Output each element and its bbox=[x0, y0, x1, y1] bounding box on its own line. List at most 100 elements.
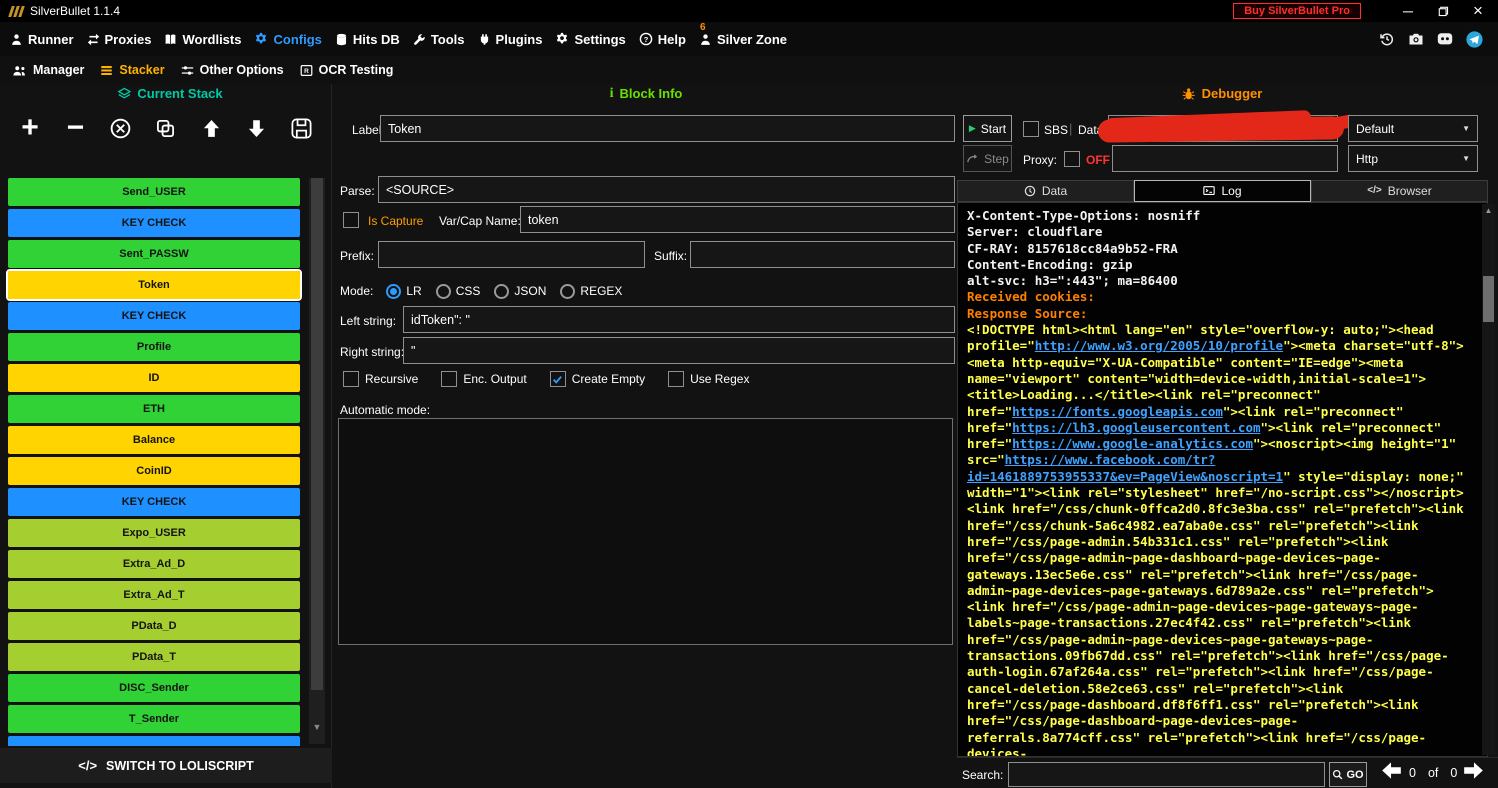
menu-item-proxies[interactable]: Proxies bbox=[87, 32, 152, 47]
search-input[interactable] bbox=[1008, 762, 1325, 787]
scrollbar-thumb[interactable] bbox=[311, 178, 323, 690]
option-use-regex[interactable]: Use Regex bbox=[668, 371, 749, 387]
next-match-button[interactable] bbox=[1463, 761, 1484, 780]
stack-block-eth[interactable]: ETH bbox=[8, 395, 300, 423]
menu-item-plugins[interactable]: Plugins bbox=[478, 32, 543, 47]
start-button[interactable]: ▶ Start bbox=[963, 115, 1012, 142]
remove-block-button[interactable]: − bbox=[59, 110, 91, 146]
buy-pro-button[interactable]: Buy SilverBullet Pro bbox=[1233, 3, 1361, 19]
suffix-input[interactable] bbox=[690, 241, 955, 268]
tab-browser[interactable]: </>Browser bbox=[1311, 180, 1488, 202]
stack-block-id[interactable]: ID bbox=[8, 364, 300, 392]
tab-log[interactable]: Log bbox=[1134, 180, 1311, 202]
stack-block-disc-sender[interactable]: DISC_Sender bbox=[8, 674, 300, 702]
stack-block-sent-passw[interactable]: Sent_PASSW bbox=[8, 240, 300, 268]
url-link[interactable]: https://www.facebook.com/tr?id=146188975… bbox=[967, 452, 1283, 483]
proxy-input[interactable] bbox=[1112, 145, 1338, 172]
clear-stack-button[interactable] bbox=[105, 110, 137, 146]
scrollbar-thumb[interactable] bbox=[1483, 276, 1494, 322]
log-scrollbar[interactable]: ▲ bbox=[1482, 204, 1495, 755]
submenu-item-manager[interactable]: Manager bbox=[12, 63, 84, 77]
menu-item-tools[interactable]: Tools bbox=[413, 32, 465, 47]
automatic-mode-textarea[interactable] bbox=[338, 418, 953, 645]
menu-item-configs[interactable]: Configs bbox=[254, 32, 321, 47]
step-button[interactable]: Step bbox=[963, 145, 1012, 172]
search-go-button[interactable]: GO bbox=[1329, 762, 1367, 787]
telegram-button[interactable] bbox=[1464, 29, 1484, 49]
sbs-checkbox[interactable] bbox=[1023, 121, 1039, 137]
proxy-type-dropdown[interactable]: Http ▼ bbox=[1348, 145, 1478, 172]
silverbullet-window: SilverBullet 1.1.4 Buy SilverBullet Pro … bbox=[0, 0, 1498, 788]
parse-source-input[interactable] bbox=[378, 176, 955, 203]
stack-block-key-check[interactable]: KEY CHECK bbox=[8, 209, 300, 237]
close-button[interactable]: × bbox=[1464, 1, 1492, 21]
menu-item-wordlists[interactable]: Wordlists bbox=[164, 32, 241, 47]
duplicate-block-button[interactable] bbox=[150, 110, 182, 146]
stack-block-pdata-d[interactable]: PData_D bbox=[8, 612, 300, 640]
switch-to-loliscript-button[interactable]: </> SWITCH TO LOLISCRIPT bbox=[0, 748, 332, 783]
add-block-button[interactable]: + bbox=[14, 110, 46, 146]
scroll-up-button[interactable]: ▲ bbox=[1482, 206, 1495, 215]
submenu-item-ocr-testing[interactable]: ROCR Testing bbox=[300, 63, 394, 77]
submenu-item-stacker[interactable]: Stacker bbox=[100, 63, 164, 77]
menu-item-help[interactable]: ?Help bbox=[639, 32, 686, 47]
stack-block-empty[interactable] bbox=[8, 736, 300, 746]
discord-button[interactable] bbox=[1435, 29, 1455, 49]
prefix-input[interactable] bbox=[378, 241, 645, 268]
save-icon bbox=[291, 118, 312, 139]
right-string-input[interactable] bbox=[403, 337, 955, 364]
option-create-empty[interactable]: Create Empty bbox=[550, 371, 645, 387]
option-enc-output[interactable]: Enc. Output bbox=[441, 371, 526, 387]
menu-item-runner[interactable]: Runner bbox=[10, 32, 74, 47]
varcap-name-input[interactable] bbox=[520, 206, 955, 233]
menu-item-hits-db[interactable]: Hits DB bbox=[335, 32, 400, 47]
is-capture-checkbox[interactable] bbox=[343, 212, 359, 228]
debugger-log[interactable]: X-Content-Type-Options: nosniffServer: c… bbox=[957, 202, 1488, 757]
url-link[interactable]: https://www.google-analytics.com bbox=[1012, 436, 1253, 451]
wordlist-type-dropdown[interactable]: Default ▼ bbox=[1348, 115, 1478, 142]
tab-data[interactable]: Data bbox=[957, 180, 1134, 202]
label-input[interactable] bbox=[380, 115, 955, 142]
proxy-status: OFF bbox=[1086, 153, 1110, 167]
stack-block-extra-ad-d[interactable]: Extra_Ad_D bbox=[8, 550, 300, 578]
proxy-label: Proxy: bbox=[1023, 153, 1057, 167]
left-string-input[interactable] bbox=[403, 306, 955, 333]
save-config-button[interactable] bbox=[286, 110, 318, 146]
stack-block-extra-ad-t[interactable]: Extra_Ad_T bbox=[8, 581, 300, 609]
stack-block-profile[interactable]: Profile bbox=[8, 333, 300, 361]
maximize-button[interactable] bbox=[1429, 1, 1457, 21]
move-up-button[interactable] bbox=[195, 110, 227, 146]
url-link[interactable]: https://lh3.googleusercontent.com bbox=[1012, 420, 1260, 435]
menu-item-silver-zone[interactable]: 6Silver Zone bbox=[699, 32, 787, 47]
stack-block-coinid[interactable]: CoinID bbox=[8, 457, 300, 485]
proxy-checkbox[interactable] bbox=[1064, 151, 1080, 167]
url-link[interactable]: http://www.w3.org/2005/10/profile bbox=[1035, 338, 1283, 353]
stack-block-send-user[interactable]: Send_USER bbox=[8, 178, 300, 206]
stack-block-expo-user[interactable]: Expo_USER bbox=[8, 519, 300, 547]
mode-radio-lr[interactable]: LR bbox=[386, 284, 421, 299]
stack-block-t-sender[interactable]: T_Sender bbox=[8, 705, 300, 733]
previous-match-button[interactable] bbox=[1381, 761, 1402, 780]
mode-radio-json[interactable]: JSON bbox=[494, 284, 546, 299]
stack-block-token[interactable]: Token bbox=[8, 271, 300, 299]
menu-item-settings[interactable]: Settings bbox=[555, 32, 625, 47]
stack-block-key-check[interactable]: KEY CHECK bbox=[8, 302, 300, 330]
stack-block-key-check[interactable]: KEY CHECK bbox=[8, 488, 300, 516]
mode-radio-regex[interactable]: REGEX bbox=[560, 284, 622, 299]
hits-db-icon bbox=[335, 33, 348, 46]
history-button[interactable] bbox=[1377, 29, 1397, 49]
plugins-icon bbox=[478, 33, 491, 46]
stack-block-pdata-t[interactable]: PData_T bbox=[8, 643, 300, 671]
move-down-button[interactable] bbox=[241, 110, 273, 146]
option-recursive[interactable]: Recursive bbox=[343, 371, 418, 387]
url-link[interactable]: https://fonts.googleapis.com bbox=[1012, 404, 1223, 419]
minimize-button[interactable]: ─ bbox=[1394, 1, 1422, 21]
camera-button[interactable] bbox=[1406, 29, 1426, 49]
submenu-item-other-options[interactable]: Other Options bbox=[181, 63, 284, 77]
scroll-down-button[interactable]: ▼ bbox=[309, 722, 325, 732]
stack-block-balance[interactable]: Balance bbox=[8, 426, 300, 454]
tab-label: Browser bbox=[1388, 184, 1432, 198]
window-title: SilverBullet 1.1.4 bbox=[30, 4, 120, 18]
mode-radio-css[interactable]: CSS bbox=[436, 284, 481, 299]
stack-scrollbar[interactable]: ▼ bbox=[309, 178, 325, 744]
